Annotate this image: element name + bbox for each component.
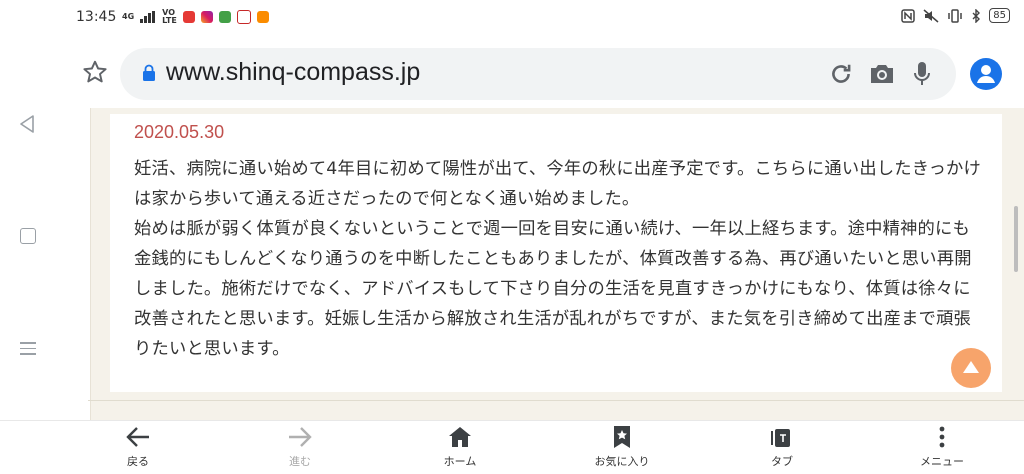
status-bar: 13:45 4G VO LTE 85 — [0, 0, 1024, 36]
tabs-label: タブ — [771, 455, 793, 468]
camera-icon[interactable] — [868, 61, 896, 87]
arrow-left-icon — [126, 427, 149, 447]
address-bar[interactable]: www.shinq-compass.jp — [120, 48, 956, 100]
home-label: ホーム — [443, 455, 477, 468]
orange-app-icon — [256, 11, 269, 23]
instagram-app-icon — [200, 11, 213, 23]
home-icon — [449, 427, 471, 447]
signal-icon — [140, 11, 156, 23]
back-label: 戻る — [127, 455, 149, 468]
green-app-icon — [218, 11, 231, 23]
system-home-icon[interactable] — [20, 228, 36, 244]
reload-icon[interactable] — [828, 61, 854, 87]
entry-date: 2020.05.30 — [134, 122, 225, 142]
page-content: 2020.05.30 妊活、病院に通い始めて4年目に初めて陽性が出て、今年の秋に… — [58, 108, 1024, 420]
mail-app-icon — [182, 11, 195, 23]
tabs-button[interactable]: タブ — [734, 425, 830, 469]
scrollbar[interactable] — [1014, 206, 1018, 272]
status-right: 85 — [901, 8, 1010, 23]
home-button[interactable]: ホーム — [412, 425, 508, 469]
mute-icon — [923, 8, 939, 23]
account-avatar-icon[interactable] — [970, 58, 1002, 90]
left-panel — [58, 108, 91, 420]
microphone-icon[interactable] — [912, 60, 932, 88]
content-divider — [88, 400, 1024, 401]
network-label: 4G — [122, 12, 135, 21]
back-button[interactable]: 戻る — [90, 425, 186, 469]
forward-label: 進む — [289, 455, 311, 468]
lock-icon[interactable] — [142, 64, 156, 82]
browser-toolbar: www.shinq-compass.jp — [0, 36, 1024, 108]
status-left-icons: 4G VO LTE — [122, 9, 269, 25]
bookmark-icon — [614, 426, 630, 448]
system-back-icon[interactable] — [18, 114, 36, 134]
volte-badge: VO LTE — [162, 9, 177, 25]
tabs-icon — [771, 429, 790, 447]
review-card: 2020.05.30 妊活、病院に通い始めて4年目に初めて陽性が出て、今年の秋に… — [110, 114, 1002, 392]
bottom-navigation-bar: 戻る 進む ホーム お気に入り タブ メニュー — [0, 420, 1024, 474]
arrow-up-icon — [963, 361, 979, 373]
battery-indicator: 85 — [989, 8, 1010, 23]
volte-bottom: LTE — [162, 16, 177, 25]
arrow-right-icon — [289, 427, 312, 447]
menu-label: メニュー — [920, 455, 964, 468]
url-text[interactable]: www.shinq-compass.jp — [166, 58, 420, 87]
system-side-navigation — [0, 108, 58, 420]
entry-text: 妊活、病院に通い始めて4年目に初めて陽性が出て、今年の秋に出産予定です。こちらに… — [134, 159, 982, 359]
system-menu-icon[interactable] — [20, 342, 36, 359]
vibrate-icon — [948, 8, 963, 23]
rakuten-app-icon — [236, 10, 251, 24]
bookmarks-button[interactable]: お気に入り — [574, 425, 670, 469]
forward-button[interactable]: 進む — [252, 425, 348, 469]
nfc-icon — [901, 8, 916, 23]
more-vert-icon — [939, 426, 945, 448]
bookmark-star-icon[interactable] — [82, 59, 108, 85]
scroll-to-top-button[interactable] — [951, 348, 991, 388]
bluetooth-icon — [972, 8, 981, 23]
status-time: 13:45 — [76, 9, 117, 25]
menu-button[interactable]: メニュー — [894, 425, 990, 469]
bookmarks-label: お気に入り — [594, 455, 650, 468]
